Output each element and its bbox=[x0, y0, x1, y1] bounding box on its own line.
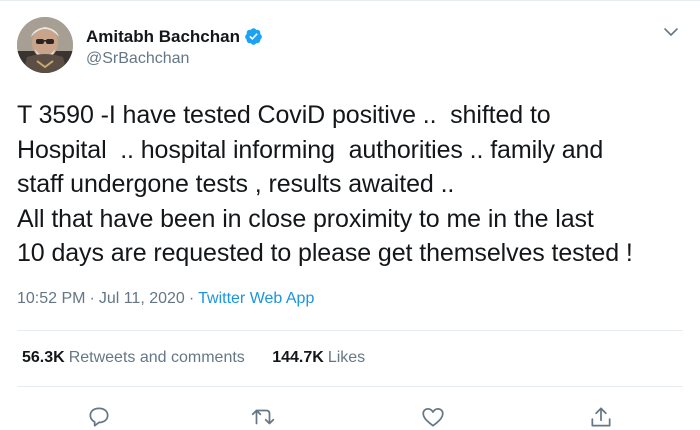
likes-label: Likes bbox=[327, 349, 366, 366]
share-button[interactable] bbox=[588, 404, 614, 427]
profile-photo-icon bbox=[17, 17, 73, 73]
author-handle[interactable]: @SrBachchan bbox=[86, 50, 263, 68]
likes-stat[interactable]: 144.7K Likes bbox=[272, 349, 365, 367]
tweet-text: T 3590 -I have tested CoviD positive .. … bbox=[17, 101, 633, 267]
retweet-icon bbox=[251, 409, 275, 425]
display-name-row: Amitabh Bachchan bbox=[86, 26, 263, 47]
display-name[interactable]: Amitabh Bachchan bbox=[86, 27, 240, 47]
retweet-button[interactable] bbox=[250, 404, 276, 426]
chevron-down-icon bbox=[664, 28, 678, 36]
retweets-label: Retweets and comments bbox=[68, 349, 245, 366]
reply-button[interactable] bbox=[86, 404, 112, 427]
tweet-header: Amitabh Bachchan @SrBachchan bbox=[17, 17, 683, 73]
like-button[interactable] bbox=[420, 404, 446, 427]
more-options-button[interactable] bbox=[663, 26, 679, 38]
verified-badge-icon bbox=[244, 27, 263, 46]
author-names: Amitabh Bachchan @SrBachchan bbox=[86, 26, 263, 68]
tweet-source-link[interactable]: Twitter Web App bbox=[198, 290, 314, 307]
meta-separator-2: · bbox=[188, 290, 195, 307]
retweets-count: 56.3K bbox=[22, 349, 65, 366]
tweet-date[interactable]: Jul 11, 2020 bbox=[99, 290, 185, 307]
card-top-border bbox=[0, 0, 700, 6]
avatar[interactable] bbox=[17, 17, 73, 73]
like-icon bbox=[422, 408, 444, 427]
tweet-time[interactable]: 10:52 PM bbox=[17, 290, 85, 307]
reply-icon bbox=[89, 407, 109, 427]
divider-top bbox=[17, 330, 683, 331]
tweet-meta: 10:52 PM · Jul 11, 2020 · Twitter Web App bbox=[17, 290, 314, 308]
engagement-stats: 56.3K Retweets and comments 144.7K Likes bbox=[22, 349, 365, 367]
likes-count: 144.7K bbox=[272, 349, 324, 366]
retweets-stat[interactable]: 56.3K Retweets and comments bbox=[22, 349, 245, 367]
divider-bottom bbox=[17, 386, 683, 387]
share-icon bbox=[591, 407, 611, 427]
meta-separator: · bbox=[89, 290, 95, 307]
tweet-actions bbox=[0, 400, 700, 427]
